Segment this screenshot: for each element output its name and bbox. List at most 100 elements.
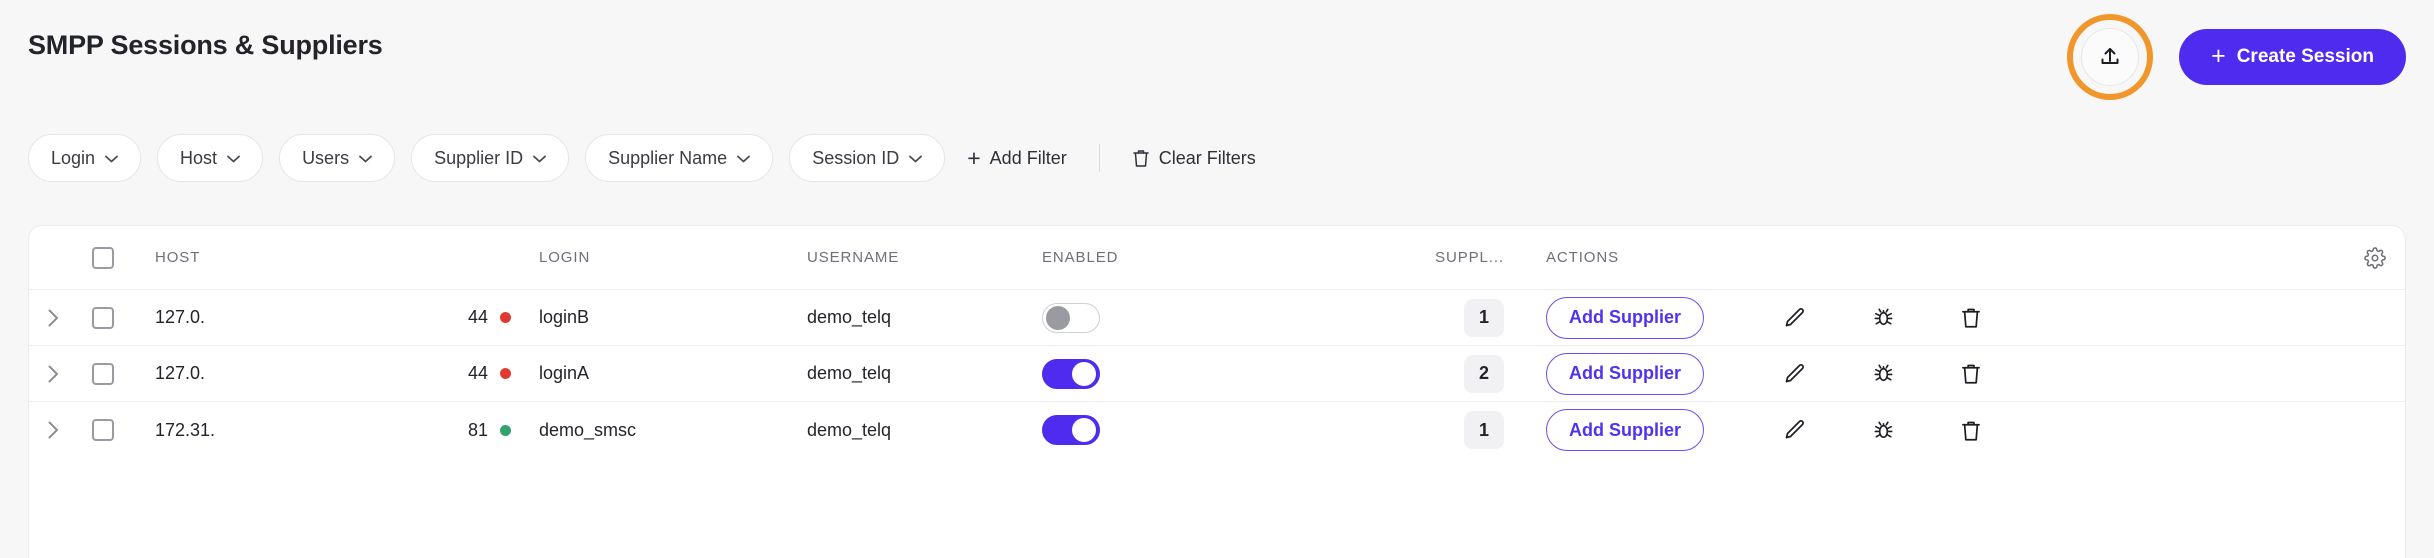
column-header-enabled[interactable]: ENABLED — [1042, 249, 1342, 266]
filter-label: Users — [302, 148, 349, 169]
delete-icon[interactable] — [1942, 409, 2000, 451]
row-select-cell — [77, 419, 129, 441]
table-row[interactable]: 127.0. 44 loginB demo_telq 1 Add Supplie… — [29, 290, 2405, 346]
chevron-right-icon[interactable] — [48, 309, 59, 327]
cell-actions: Add Supplier — [1542, 297, 2345, 339]
column-header-login[interactable]: LOGIN — [517, 249, 807, 266]
cell-host: 127.0. — [129, 363, 389, 384]
gear-icon[interactable] — [2364, 247, 2386, 269]
add-filter-label: Add Filter — [990, 148, 1067, 169]
edit-icon[interactable] — [1766, 409, 1824, 451]
expand-cell — [29, 309, 77, 327]
filter-label: Session ID — [812, 148, 899, 169]
delete-icon[interactable] — [1942, 353, 2000, 395]
cell-host: 127.0. — [129, 307, 389, 328]
port-value: 44 — [468, 363, 488, 384]
plus-icon: + — [2211, 44, 2226, 69]
plus-icon: + — [967, 147, 980, 170]
toggle-knob — [1072, 362, 1096, 386]
enabled-toggle[interactable] — [1042, 415, 1100, 445]
filter-pill-session-id[interactable]: Session ID — [789, 134, 945, 182]
trash-icon — [1132, 148, 1150, 168]
column-header-actions: ACTIONS — [1542, 249, 2345, 266]
filter-pill-host[interactable]: Host — [157, 134, 263, 182]
add-supplier-button[interactable]: Add Supplier — [1546, 297, 1704, 339]
filter-label: Supplier ID — [434, 148, 523, 169]
upload-icon — [2098, 45, 2122, 69]
table-row[interactable]: 172.31. 81 demo_smsc demo_telq 1 Add Sup… — [29, 402, 2405, 458]
cell-port: 44 — [389, 307, 517, 328]
chevron-right-icon[interactable] — [48, 365, 59, 383]
cell-username: demo_telq — [807, 363, 1042, 384]
divider — [1099, 144, 1100, 172]
select-all-cell — [77, 247, 129, 269]
supplier-count-badge: 1 — [1464, 411, 1504, 449]
cell-port: 44 — [389, 363, 517, 384]
upload-button[interactable] — [2081, 28, 2139, 86]
row-checkbox[interactable] — [92, 363, 114, 385]
delete-icon[interactable] — [1942, 297, 2000, 339]
row-select-cell — [77, 307, 129, 329]
page-title: SMPP Sessions & Suppliers — [28, 30, 383, 61]
cell-username: demo_telq — [807, 307, 1042, 328]
bug-icon[interactable] — [1854, 353, 1912, 395]
chevron-down-icon — [105, 155, 118, 163]
add-supplier-button[interactable]: Add Supplier — [1546, 353, 1704, 395]
status-dot — [500, 368, 511, 379]
cell-suppliers: 1 — [1342, 299, 1542, 337]
cell-actions: Add Supplier — [1542, 353, 2345, 395]
chevron-down-icon — [737, 155, 750, 163]
expand-cell — [29, 365, 77, 383]
filter-pill-supplier-id[interactable]: Supplier ID — [411, 134, 569, 182]
smpp-sessions-page: SMPP Sessions & Suppliers + Create Sessi… — [0, 0, 2434, 558]
cell-suppliers: 1 — [1342, 411, 1542, 449]
create-session-button[interactable]: + Create Session — [2179, 29, 2406, 85]
port-value: 81 — [468, 420, 488, 441]
filter-label: Login — [51, 148, 95, 169]
column-header-suppliers[interactable]: SUPPL... — [1342, 249, 1542, 266]
row-checkbox[interactable] — [92, 419, 114, 441]
page-header: SMPP Sessions & Suppliers + Create Sessi… — [0, 0, 2434, 88]
row-checkbox[interactable] — [92, 307, 114, 329]
cell-enabled — [1042, 415, 1342, 445]
edit-icon[interactable] — [1766, 297, 1824, 339]
header-actions: + Create Session — [2067, 14, 2406, 100]
status-dot — [500, 425, 511, 436]
filter-pill-users[interactable]: Users — [279, 134, 395, 182]
cell-suppliers: 2 — [1342, 355, 1542, 393]
chevron-down-icon — [359, 155, 372, 163]
cell-login: loginB — [517, 307, 807, 328]
chevron-right-icon[interactable] — [48, 421, 59, 439]
filter-label: Host — [180, 148, 217, 169]
cell-port: 81 — [389, 420, 517, 441]
cell-username: demo_telq — [807, 420, 1042, 441]
clear-filters-label: Clear Filters — [1159, 148, 1256, 169]
enabled-toggle[interactable] — [1042, 303, 1100, 333]
add-supplier-button[interactable]: Add Supplier — [1546, 409, 1704, 451]
table-row[interactable]: 127.0. 44 loginA demo_telq 2 Add Supplie… — [29, 346, 2405, 402]
column-header-host[interactable]: HOST — [129, 249, 389, 266]
edit-icon[interactable] — [1766, 353, 1824, 395]
cell-enabled — [1042, 359, 1342, 389]
filter-pill-login[interactable]: Login — [28, 134, 141, 182]
select-all-checkbox[interactable] — [92, 247, 114, 269]
status-dot — [500, 312, 511, 323]
bug-icon[interactable] — [1854, 409, 1912, 451]
supplier-count-badge: 2 — [1464, 355, 1504, 393]
chevron-down-icon — [533, 155, 546, 163]
filter-pill-supplier-name[interactable]: Supplier Name — [585, 134, 773, 182]
bug-icon[interactable] — [1854, 297, 1912, 339]
upload-button-wrapper — [2067, 14, 2153, 100]
cell-login: demo_smsc — [517, 420, 807, 441]
toggle-knob — [1046, 306, 1070, 330]
cell-actions: Add Supplier — [1542, 409, 2345, 451]
enabled-toggle[interactable] — [1042, 359, 1100, 389]
add-filter-button[interactable]: + Add Filter — [961, 147, 1072, 170]
table-settings-cell — [2345, 247, 2405, 269]
table-header-row: HOST LOGIN USERNAME ENABLED SUPPL... ACT… — [29, 226, 2405, 290]
port-value: 44 — [468, 307, 488, 328]
expand-cell — [29, 421, 77, 439]
clear-filters-button[interactable]: Clear Filters — [1126, 148, 1262, 169]
cell-host: 172.31. — [129, 420, 389, 441]
column-header-username[interactable]: USERNAME — [807, 249, 1042, 266]
